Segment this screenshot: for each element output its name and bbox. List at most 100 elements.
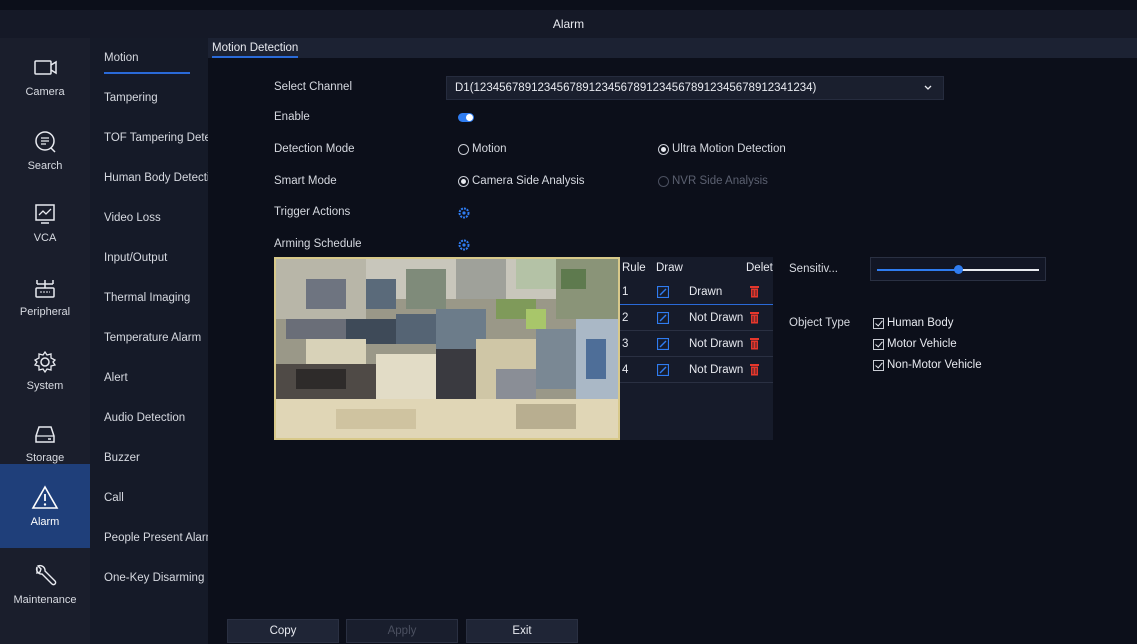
select-channel-dropdown[interactable]: D1(1234567891234567891234567891234567891…: [446, 76, 944, 100]
vca-icon: [35, 204, 55, 224]
radio-nvr-side-dot: [658, 175, 669, 187]
rail-label-system: System: [26, 380, 64, 392]
camera-preview[interactable]: [274, 257, 620, 440]
select-channel-label: Select Channel: [274, 81, 352, 93]
checkbox-human-body-label: Human Body: [887, 317, 954, 329]
submenu-item-audio-detection[interactable]: Audio Detection: [90, 398, 208, 438]
object-type-label: Object Type: [789, 317, 851, 329]
rail-label-vca: VCA: [33, 232, 57, 244]
search-icon: [35, 131, 56, 153]
submenu-item-buzzer[interactable]: Buzzer: [90, 438, 208, 478]
radio-camera-side-dot: [458, 175, 469, 187]
submenu-item-one-key-disarming[interactable]: One-Key Disarming: [90, 558, 208, 598]
radio-nvr-side-analysis[interactable]: NVR Side Analysis: [658, 175, 768, 187]
chevron-down-icon: [924, 85, 932, 90]
header-draw: Draw: [656, 262, 683, 274]
sensitivity-slider-handle[interactable]: [954, 265, 963, 274]
peripheral-icon: [35, 280, 55, 298]
rule-draw-status: Not Drawn: [689, 312, 744, 324]
radio-ultra-motion-detection[interactable]: Ultra Motion Detection: [658, 143, 786, 155]
checkbox-motor-vehicle[interactable]: Motor Vehicle: [873, 338, 957, 350]
edit-icon[interactable]: [657, 312, 669, 324]
trigger-actions-gear-icon[interactable]: [458, 207, 470, 219]
rules-table-header: Rule Draw Delete: [620, 257, 773, 279]
checkbox-motor-vehicle-label: Motor Vehicle: [887, 338, 957, 350]
checkbox-non-motor-vehicle-label: Non-Motor Vehicle: [887, 359, 982, 371]
rule-number: 4: [622, 364, 629, 376]
gear-icon: [33, 350, 57, 374]
submenu-item-input-output[interactable]: Input/Output: [90, 238, 208, 278]
enable-label: Enable: [274, 111, 310, 123]
radio-ultra-motion-label: Ultra Motion Detection: [672, 143, 786, 155]
radio-nvr-side-label: NVR Side Analysis: [672, 175, 768, 187]
select-channel-value: D1(1234567891234567891234567891234567891…: [455, 82, 817, 94]
checkbox-non-motor-vehicle[interactable]: Non-Motor Vehicle: [873, 359, 982, 371]
sensitivity-slider[interactable]: [870, 257, 1046, 281]
table-row[interactable]: 2 Not Drawn: [620, 305, 773, 331]
edit-icon[interactable]: [657, 338, 669, 350]
radio-motion[interactable]: Motion: [458, 143, 507, 155]
rail-item-vca[interactable]: VCA: [0, 186, 90, 258]
checkbox-human-body-box: [873, 317, 884, 329]
camera-preview-image: [276, 259, 618, 438]
trash-icon[interactable]: [749, 363, 760, 376]
tab-motion-detection[interactable]: Motion Detection: [212, 38, 299, 58]
trigger-actions-label: Trigger Actions: [274, 206, 351, 218]
arming-schedule-label: Arming Schedule: [274, 238, 362, 250]
checkbox-motor-vehicle-box: [873, 338, 884, 350]
sensitivity-label: Sensitiv...: [789, 263, 838, 275]
submenu-item-alert[interactable]: Alert: [90, 358, 208, 398]
checkbox-human-body[interactable]: Human Body: [873, 317, 953, 329]
radio-ultra-motion-dot: [658, 143, 669, 155]
submenu-item-people-present-alarm[interactable]: People Present Alarm: [90, 518, 208, 558]
rail-item-system[interactable]: System: [0, 334, 90, 406]
table-row[interactable]: 1 Drawn: [620, 279, 773, 305]
enable-toggle[interactable]: [458, 113, 474, 122]
rules-table: Rule Draw Delete 1 Drawn 2 Not Drawn 3 N…: [620, 257, 773, 440]
submenu-item-human-body-detection[interactable]: Human Body Detecti...: [90, 158, 208, 198]
wrench-icon: [35, 564, 57, 586]
trash-icon[interactable]: [749, 311, 760, 324]
trash-icon[interactable]: [749, 285, 760, 298]
exit-button[interactable]: Exit: [466, 619, 578, 643]
submenu-item-temperature-alarm[interactable]: Temperature Alarm: [90, 318, 208, 358]
detection-mode-label: Detection Mode: [274, 143, 355, 155]
edit-icon[interactable]: [657, 286, 669, 298]
header-delete: Delete: [746, 262, 773, 274]
rail-item-maintenance[interactable]: Maintenance: [0, 548, 90, 620]
edit-icon[interactable]: [657, 364, 669, 376]
tab-bar: Motion Detection: [208, 38, 1137, 58]
radio-camera-side-analysis[interactable]: Camera Side Analysis: [458, 175, 585, 187]
table-row[interactable]: 4 Not Drawn: [620, 357, 773, 383]
radio-motion-label: Motion: [472, 143, 507, 155]
smart-mode-label: Smart Mode: [274, 175, 337, 187]
submenu-item-tampering[interactable]: Tampering: [90, 78, 208, 118]
storage-icon: [35, 426, 55, 443]
submenu-item-video-loss[interactable]: Video Loss: [90, 198, 208, 238]
window-title: Alarm: [552, 17, 585, 31]
rail-item-peripheral[interactable]: Peripheral: [0, 260, 90, 332]
submenu-item-call[interactable]: Call: [90, 478, 208, 518]
rule-draw-status: Drawn: [689, 286, 723, 298]
rail-label-maintenance: Maintenance: [13, 594, 77, 606]
arming-schedule-gear-icon[interactable]: [458, 239, 470, 251]
rail-item-camera[interactable]: Camera: [0, 40, 90, 112]
camera-icon: [34, 60, 57, 75]
rail-label-alarm: Alarm: [30, 516, 60, 528]
rail-item-alarm[interactable]: Alarm: [0, 464, 90, 548]
rule-number: 2: [622, 312, 629, 324]
sensitivity-slider-fill: [877, 269, 958, 271]
submenu-item-tof-tampering[interactable]: TOF Tampering Dete...: [90, 118, 208, 158]
rail-item-search[interactable]: Search: [0, 114, 90, 186]
submenu-item-motion[interactable]: Motion: [90, 38, 208, 78]
table-row[interactable]: 3 Not Drawn: [620, 331, 773, 357]
copy-button[interactable]: Copy: [227, 619, 339, 643]
submenu-item-thermal-imaging[interactable]: Thermal Imaging: [90, 278, 208, 318]
rail-label-search: Search: [27, 160, 63, 172]
alarm-submenu: Motion Tampering TOF Tampering Dete... H…: [90, 38, 208, 644]
trash-icon[interactable]: [749, 337, 760, 350]
apply-button[interactable]: Apply: [346, 619, 458, 643]
alarm-icon: [31, 485, 59, 509]
main-nav-rail: Camera Search VCA Peripheral System Stor…: [0, 38, 90, 644]
rail-label-camera: Camera: [25, 86, 65, 98]
